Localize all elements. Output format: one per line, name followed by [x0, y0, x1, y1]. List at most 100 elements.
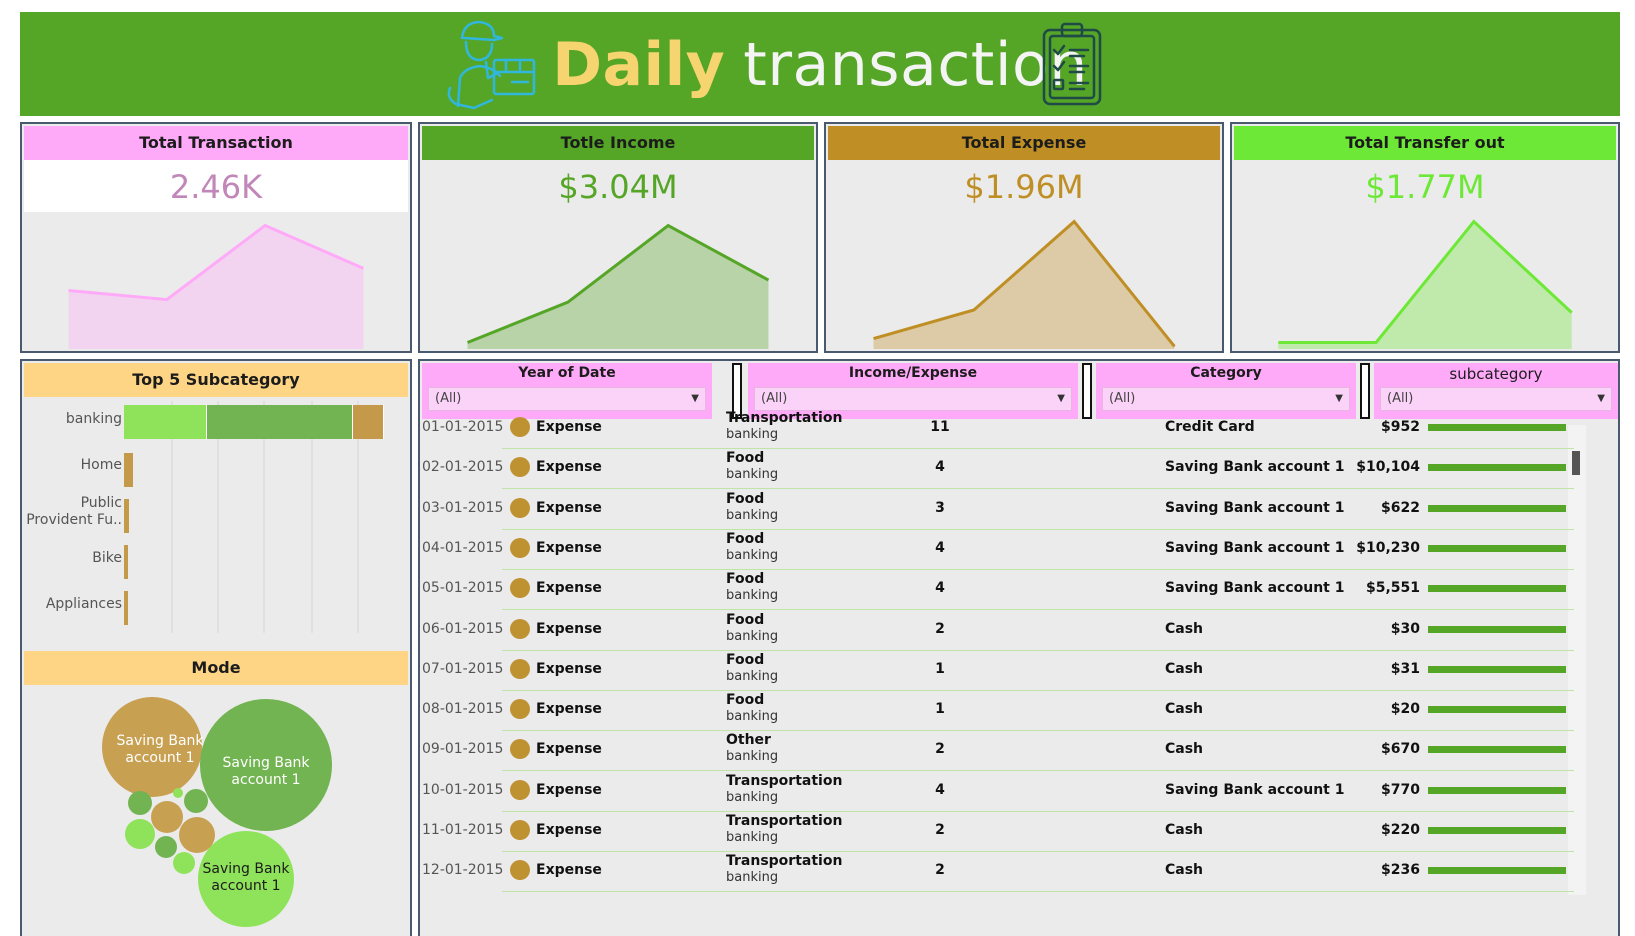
row-date: 03-01-2015	[422, 499, 504, 516]
row-count: 1	[935, 701, 945, 718]
row-category: Transportation	[726, 813, 843, 829]
row-mode: Cash	[1165, 660, 1204, 677]
row-amount-bar	[1428, 665, 1566, 673]
expense-dot-icon	[510, 537, 530, 558]
row-subcategory: banking	[726, 789, 779, 805]
title-rest: transaction	[743, 30, 1088, 100]
row-type: Expense	[536, 419, 602, 435]
mode-bubble[interactable]	[155, 836, 177, 858]
row-subcategory: banking	[726, 427, 779, 442]
row-amount-bar	[1428, 827, 1566, 834]
top5-label: banking	[65, 411, 122, 427]
expense-dot-icon	[510, 417, 530, 437]
row-count: 4	[935, 459, 945, 476]
mode-bubble-label: Saving Bank account 1	[116, 733, 204, 766]
dashboard-banner: Daily transaction	[20, 12, 1620, 116]
mode-bubble[interactable]	[125, 819, 155, 849]
top5-bar-appliances[interactable]	[124, 591, 128, 625]
row-amount-bar	[1428, 544, 1566, 552]
row-category: Food	[726, 490, 765, 507]
row-mode: Saving Bank account 1	[1165, 781, 1345, 798]
row-type: Expense	[536, 499, 602, 516]
table-row[interactable]: 09-01-2015 Expense Other banking 2 Cash $670	[420, 729, 1596, 772]
filter-value: (All)	[761, 391, 788, 406]
top5-bar-banking-segment[interactable]	[352, 405, 384, 439]
top5-label: Public Provident Fu..	[22, 495, 122, 529]
row-type: Expense	[536, 620, 602, 637]
expense-dot-icon	[510, 860, 530, 881]
row-category: Food	[726, 692, 765, 709]
table-row[interactable]: 07-01-2015 Expense Food banking 1 Cash $31	[420, 649, 1596, 691]
filter-label: subcategory	[1449, 365, 1543, 383]
row-amount: $622	[1381, 499, 1420, 516]
table-row[interactable]: 04-01-2015 Expense Food banking 4 Saving Bank…	[420, 528, 1596, 570]
row-mode: Saving Bank account 1	[1165, 499, 1345, 516]
top5-bar-public-provident-fund[interactable]	[124, 499, 130, 533]
row-date: 12-01-2015	[422, 862, 504, 879]
row-date: 07-01-2015	[422, 660, 504, 677]
transactions-panel: Year of Date (All) ▼ Income/Expense (All)…	[418, 359, 1620, 936]
row-amount: $220	[1381, 822, 1420, 838]
table-row[interactable]: 10-01-2015 Expense Transportation banking 4 S…	[420, 770, 1596, 812]
top5-bar-bike[interactable]	[124, 545, 129, 579]
table-row[interactable]: 11-01-2015 Expense Transportation banking 2 C…	[420, 810, 1596, 852]
expense-dot-icon	[510, 578, 530, 599]
table-row[interactable]: 02-01-2015 Expense Food banking 4 Saving Bank…	[420, 447, 1596, 490]
row-amount: $770	[1381, 781, 1420, 798]
table-row[interactable]: 06-01-2015 Expense Food banking 2 Cash $30	[420, 609, 1596, 651]
filter-value: (All)	[435, 391, 462, 406]
row-date: 11-01-2015	[422, 822, 504, 838]
kpi-sparkline	[68, 223, 365, 349]
row-subcategory: banking	[726, 467, 779, 483]
top5-label: Appliances	[45, 596, 122, 612]
row-category: Food	[726, 651, 765, 668]
table-row[interactable]: 12-01-2015 Expense Transportation banking 2 C…	[420, 850, 1596, 893]
row-amount-bar	[1428, 464, 1566, 472]
expense-dot-icon	[510, 497, 530, 518]
mode-bubble[interactable]	[151, 801, 183, 833]
row-amount-bar	[1428, 786, 1566, 794]
table-row[interactable]: 01-01-2015 Expense Transportation banking 11…	[420, 407, 1596, 449]
table-row[interactable]: 03-01-2015 Expense Food banking 3 Saving Bank…	[420, 488, 1596, 530]
row-count: 11	[930, 419, 950, 435]
sparkline-area	[1278, 221, 1572, 349]
row-type: Expense	[536, 822, 602, 838]
expense-dot-icon	[510, 618, 530, 639]
mode-bubble-label: Saving Bank account 1	[222, 755, 310, 788]
table-row[interactable]: 08-01-2015 Expense Food banking 1 Cash $20	[420, 689, 1596, 732]
row-count: 2	[935, 741, 945, 758]
row-mode: Cash	[1165, 620, 1204, 637]
kpi-sparkline	[466, 223, 770, 349]
row-type: Expense	[536, 701, 602, 718]
top5-bar-home[interactable]	[124, 453, 134, 487]
row-subcategory: banking	[726, 749, 779, 765]
filter-label: Year of Date	[518, 365, 616, 381]
top5-label-text: Public Provident Fu..	[26, 495, 122, 528]
mode-bubble[interactable]	[173, 788, 183, 798]
kpi-sparkline	[1278, 219, 1573, 349]
row-mode: Cash	[1165, 862, 1204, 879]
top5-bar-banking-segment[interactable]	[207, 405, 353, 439]
row-mode: Saving Bank account 1	[1165, 580, 1345, 597]
row-count: 4	[935, 580, 945, 597]
mode-bubble[interactable]	[173, 852, 195, 874]
mode-bubble[interactable]	[128, 791, 152, 815]
table-row[interactable]: 05-01-2015 Expense Food banking 4 Saving Bank…	[420, 568, 1596, 611]
dropdown-arrow-icon: ▼	[1597, 393, 1605, 404]
row-category: Transportation	[726, 772, 843, 789]
mode-bubble[interactable]	[179, 817, 215, 853]
row-amount: $670	[1381, 741, 1420, 758]
row-amount: $30	[1390, 620, 1420, 637]
row-amount-bar	[1428, 867, 1566, 875]
row-type: Expense	[536, 741, 602, 758]
row-category: Other	[726, 732, 771, 749]
kpi-card-total-transaction: Total Transaction 2.46K	[20, 122, 412, 353]
filter-value: (All)	[1109, 391, 1136, 406]
mode-bubble[interactable]	[184, 789, 208, 813]
row-amount: $10,230	[1356, 539, 1420, 556]
row-count: 2	[935, 620, 945, 637]
row-date: 09-01-2015	[422, 741, 504, 758]
top5-bar-banking-segment[interactable]	[124, 405, 208, 439]
row-amount-bar	[1428, 706, 1566, 714]
row-subcategory: banking	[726, 870, 779, 886]
